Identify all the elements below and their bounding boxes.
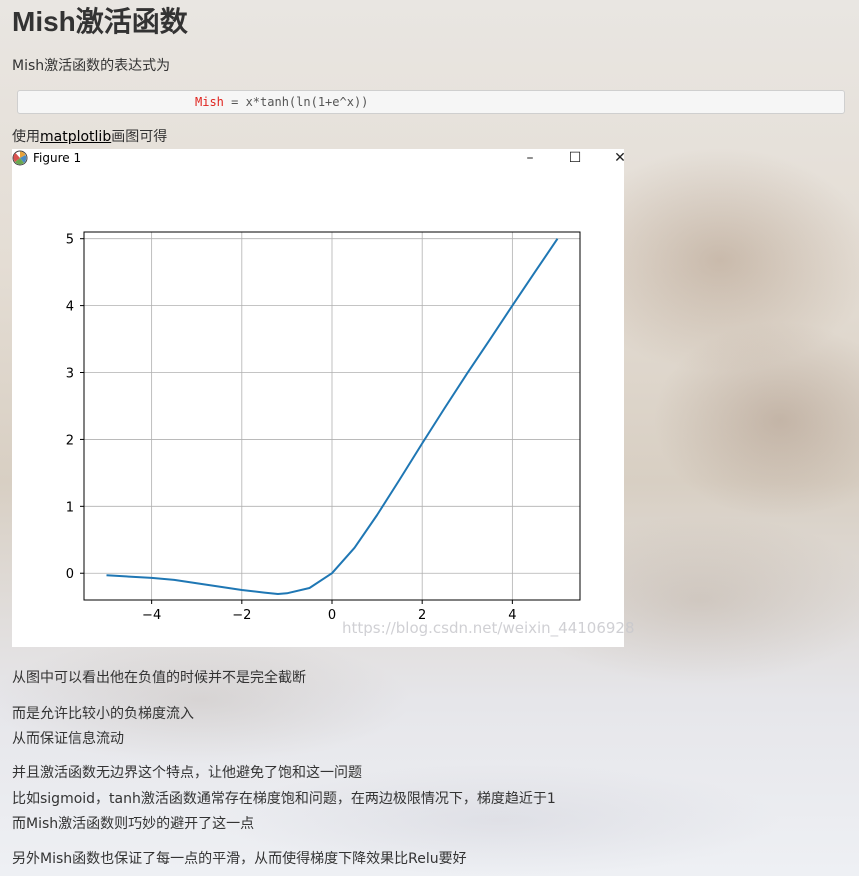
x-tick-label: −2 xyxy=(232,608,251,623)
paragraph-6: 而Mish激活函数则巧妙的避开了这一点 xyxy=(12,816,255,832)
intro-text: Mish激活函数的表达式为 xyxy=(12,58,171,74)
y-tick-label: 5 xyxy=(66,233,74,248)
paragraph-3: 从而保证信息流动 xyxy=(12,731,124,747)
page-title: Mish激活函数 xyxy=(12,6,188,37)
figure-window: Figure 1 – ☐ ✕ −4 −2 0 2 4 0 1 2 3 4 5 https://blo… xyxy=(12,149,635,647)
paragraph-2: 而是允许比较小的负梯度流入 xyxy=(12,706,194,722)
y-tick-label: 2 xyxy=(66,433,74,448)
matplotlib-link[interactable]: matplotlib xyxy=(40,129,111,145)
y-tick-label: 4 xyxy=(66,300,74,315)
article-content: Mish激活函数 Mish激活函数的表达式为 Mish = x*tanh(ln(… xyxy=(0,0,859,876)
x-tick-label: 0 xyxy=(328,608,336,623)
plot-intro-prefix: 使用 xyxy=(12,129,40,145)
watermark: https://blog.csdn.net/weixin_44106928 xyxy=(342,619,635,637)
paragraph-1: 从图中可以看出他在负值的时候并不是完全截断 xyxy=(12,670,306,686)
paragraph-7: 另外Mish函数也保证了每一点的平滑，从而使得梯度下降效果比Relu要好 xyxy=(12,851,467,867)
y-tick-label: 3 xyxy=(66,367,74,382)
code-block: Mish = x*tanh(ln(1+e^x)) xyxy=(17,90,845,114)
paragraph-4: 并且激活函数无边界这个特点，让他避免了饱和这一问题 xyxy=(12,765,362,781)
code-expression: = x*tanh(ln(1+e^x)) xyxy=(223,95,369,109)
code-keyword: Mish xyxy=(195,95,224,109)
x-tick-label: −4 xyxy=(142,608,161,623)
plot-intro: 使用matplotlib画图可得 xyxy=(12,127,167,147)
paragraph-5: 比如sigmoid，tanh激活函数通常存在梯度饱和问题，在两边极限情况下，梯度… xyxy=(12,791,556,807)
mish-plot: −4 −2 0 2 4012345 xyxy=(66,231,581,623)
plot-intro-suffix: 画图可得 xyxy=(111,129,168,145)
y-tick-label: 0 xyxy=(66,567,74,582)
code-line: Mish = x*tanh(ln(1+e^x)) xyxy=(195,91,368,113)
y-tick-label: 1 xyxy=(66,500,74,515)
